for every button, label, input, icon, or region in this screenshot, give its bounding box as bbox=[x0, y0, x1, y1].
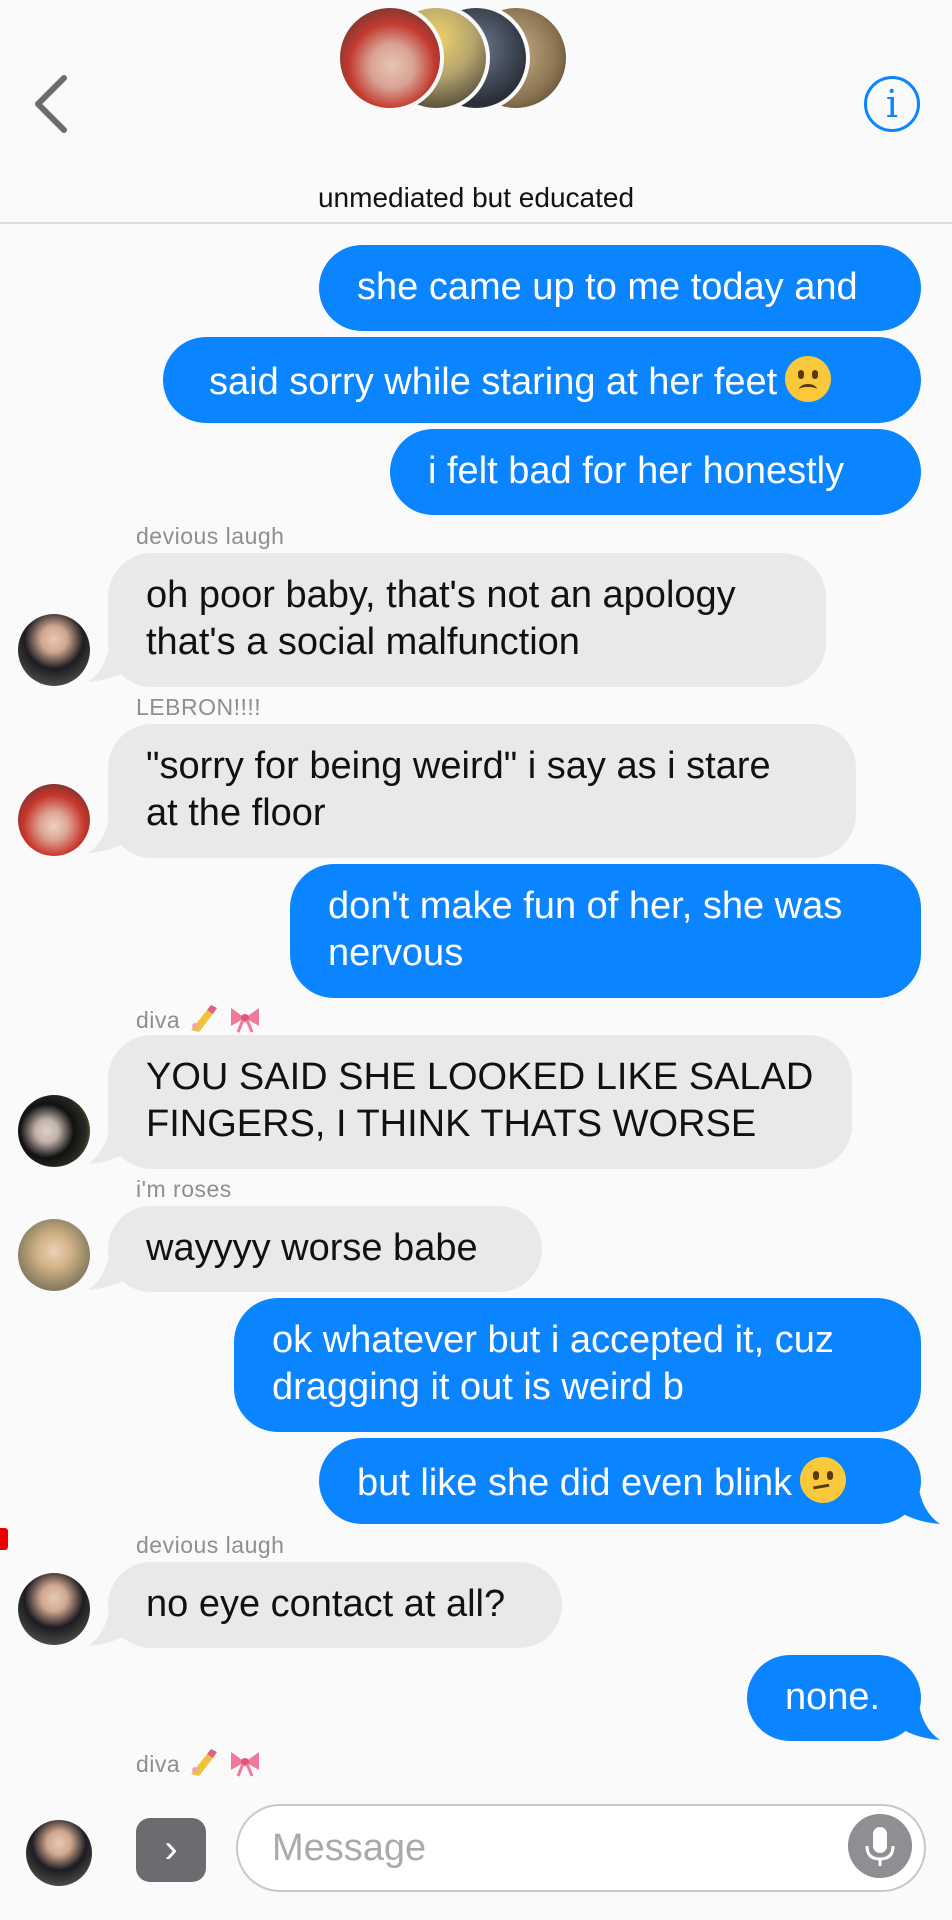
message-input[interactable]: Message bbox=[236, 1804, 926, 1892]
message-text: i felt bad for her honestly bbox=[428, 450, 845, 492]
message-line: ok whatever but i accepted it, cuz bbox=[272, 1319, 834, 1361]
sent-message[interactable]: none. bbox=[747, 1655, 921, 1741]
sender-name: diva bbox=[136, 1004, 262, 1034]
apps-button[interactable]: › bbox=[136, 1818, 206, 1882]
received-message[interactable]: oh poor baby, that's not an apology that… bbox=[108, 553, 826, 687]
avatar[interactable] bbox=[26, 1820, 92, 1886]
message-text: she came up to me today and bbox=[357, 266, 858, 308]
sent-message[interactable]: she came up to me today and bbox=[319, 245, 921, 331]
sender-name: LEBRON!!!! bbox=[136, 694, 262, 720]
ribbon-icon bbox=[230, 1008, 259, 1033]
avatar[interactable] bbox=[18, 614, 90, 686]
message-line: that's a social malfunction bbox=[146, 621, 580, 663]
message-line: dragging it out is weird b bbox=[272, 1366, 684, 1408]
message-line: nervous bbox=[328, 932, 464, 974]
avatar bbox=[336, 4, 444, 112]
sent-message[interactable]: i felt bad for her honestly bbox=[390, 429, 921, 515]
nail-polish-icon bbox=[191, 1749, 218, 1776]
sender-name: diva bbox=[136, 1748, 262, 1778]
avatar[interactable] bbox=[18, 1219, 90, 1291]
slightly-frowning-face-icon bbox=[785, 356, 832, 402]
sender-name-text: diva bbox=[136, 1007, 181, 1033]
message-text: no eye contact at all? bbox=[146, 1583, 506, 1625]
sender-name: i'm roses bbox=[136, 1176, 232, 1202]
ribbon-icon bbox=[230, 1752, 259, 1777]
status-marker bbox=[0, 1528, 8, 1550]
message-text: wayyyy worse babe bbox=[146, 1227, 478, 1269]
sender-name: devious laugh bbox=[136, 523, 285, 549]
message-line: at the floor bbox=[146, 792, 326, 834]
chevron-left-icon[interactable] bbox=[30, 72, 74, 136]
info-icon[interactable]: i bbox=[864, 76, 920, 132]
sent-message[interactable]: don't make fun of her, she was nervous bbox=[290, 864, 921, 998]
sent-message[interactable]: but like she did even blink bbox=[319, 1438, 921, 1524]
received-message[interactable]: wayyyy worse babe bbox=[108, 1206, 542, 1292]
message-text: but like she did even blink bbox=[357, 1462, 793, 1504]
conversation-header: i unmediated but educated bbox=[0, 0, 952, 224]
sender-name-text: diva bbox=[136, 1751, 181, 1777]
avatar[interactable] bbox=[18, 1095, 90, 1167]
sender-name: devious laugh bbox=[136, 1532, 285, 1558]
message-text: said sorry while staring at her feet bbox=[209, 361, 778, 403]
confused-face-icon bbox=[800, 1457, 847, 1503]
received-message[interactable]: no eye contact at all? bbox=[108, 1562, 562, 1648]
sent-message[interactable]: ok whatever but i accepted it, cuz dragg… bbox=[234, 1298, 921, 1432]
group-avatar-stack[interactable] bbox=[336, 4, 576, 112]
message-line: don't make fun of her, she was bbox=[328, 885, 843, 927]
received-message[interactable]: "sorry for being weird" i say as i stare… bbox=[108, 724, 856, 858]
sent-message[interactable]: said sorry while staring at her feet bbox=[163, 337, 921, 423]
message-text: none. bbox=[785, 1676, 881, 1718]
message-line: YOU SAID SHE LOOKED LIKE SALAD bbox=[146, 1056, 814, 1098]
message-line: FINGERS, I THINK THATS WORSE bbox=[146, 1103, 757, 1145]
avatar[interactable] bbox=[18, 784, 90, 856]
chevron-right-icon: › bbox=[164, 1827, 178, 1871]
message-line: "sorry for being weird" i say as i stare bbox=[146, 745, 771, 787]
group-name[interactable]: unmediated but educated bbox=[0, 182, 952, 214]
message-line: oh poor baby, that's not an apology bbox=[146, 574, 736, 616]
message-composer: › Message bbox=[0, 1790, 952, 1920]
received-message[interactable]: YOU SAID SHE LOOKED LIKE SALAD FINGERS, … bbox=[108, 1035, 852, 1169]
avatar[interactable] bbox=[18, 1573, 90, 1645]
nail-polish-icon bbox=[191, 1005, 218, 1032]
microphone-icon[interactable] bbox=[848, 1814, 912, 1878]
